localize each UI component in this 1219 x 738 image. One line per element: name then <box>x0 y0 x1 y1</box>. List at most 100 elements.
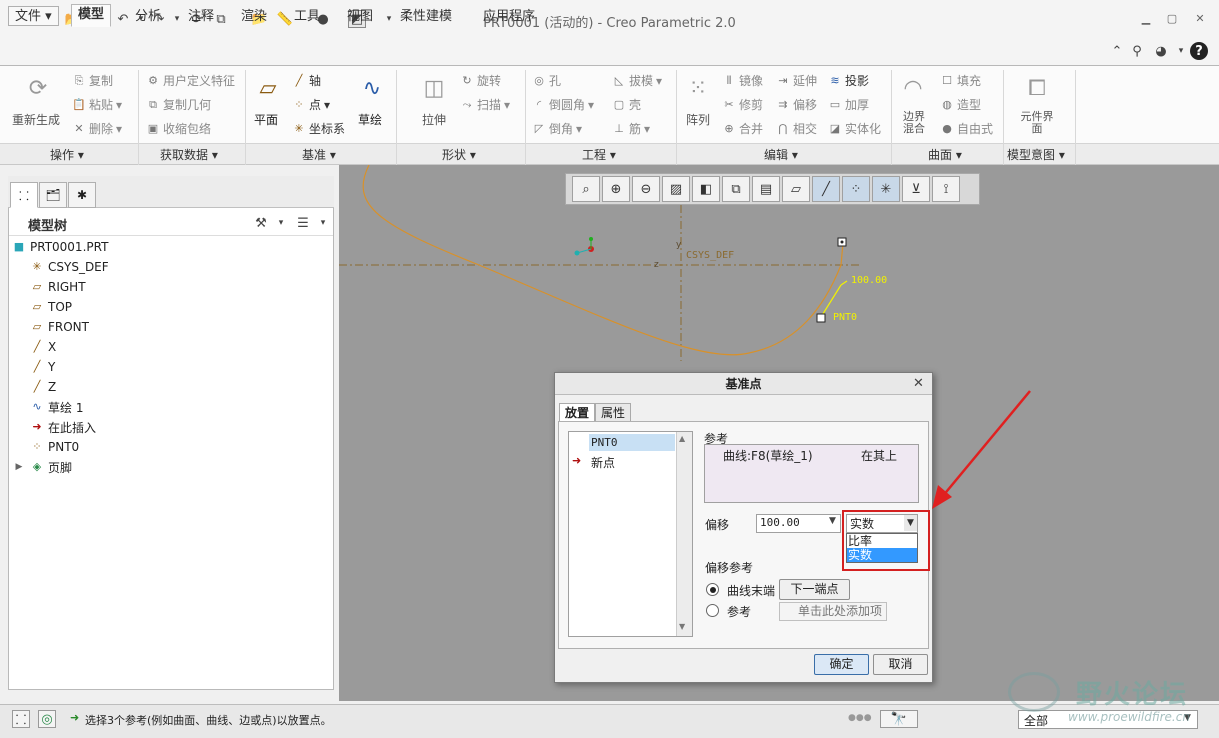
tree-columns-icon[interactable]: ☰ <box>294 214 312 232</box>
delete-button[interactable]: ✕ 删除 ▾ <box>72 120 122 137</box>
csys-button[interactable]: ✳ 坐标系 <box>292 120 345 137</box>
scroll-down-icon[interactable]: ▼ <box>679 622 685 631</box>
folder-browser-tab-icon[interactable]: 🗂 <box>39 182 67 208</box>
scroll-up-icon[interactable]: ▲ <box>679 434 685 443</box>
tab-properties[interactable]: 属性 <box>595 403 632 422</box>
group-operations[interactable]: 操作 ▾ <box>50 146 84 163</box>
tree-item-top[interactable]: ▱ TOP <box>12 297 330 317</box>
extrude-icon[interactable]: ◫ <box>418 72 450 104</box>
point-list[interactable] <box>568 431 693 637</box>
plane-display-icon[interactable]: ▱ <box>782 176 810 202</box>
regenerate-button[interactable]: 重新生成 <box>12 111 60 128</box>
plane-icon[interactable]: ▱ <box>252 72 284 104</box>
offset-dimension-value[interactable]: 100.00 <box>851 275 887 286</box>
tree-item-right[interactable]: ▱ RIGHT <box>12 277 330 297</box>
tree-item-csys[interactable]: ✳ CSYS_DEF <box>12 257 330 277</box>
boundary-blend-button[interactable]: 边界混合 <box>898 111 930 135</box>
group-datum[interactable]: 基准 ▾ <box>302 146 336 163</box>
tab-applications[interactable]: 应用程序 <box>476 6 542 26</box>
annotation-display-icon[interactable]: ⊻ <box>902 176 930 202</box>
tree-item-footer[interactable]: ▶ ◈ 页脚 <box>12 457 330 477</box>
mirror-button[interactable]: ⫴ 镜像 <box>722 72 763 89</box>
round-button[interactable]: ◜ 倒圆角 ▾ <box>532 96 594 113</box>
offset-button[interactable]: ⇉ 偏移 <box>776 96 817 113</box>
group-shapes[interactable]: 形状 ▾ <box>442 146 476 163</box>
pattern-button[interactable]: 阵列 <box>686 111 710 128</box>
saved-views-icon[interactable]: ⧉ <box>722 176 750 202</box>
copy-button[interactable]: ⎘ 复制 <box>72 72 113 89</box>
minimize-icon[interactable]: ▁ <box>1136 12 1156 28</box>
maximize-icon[interactable]: ▢ <box>1162 12 1182 28</box>
tree-settings-dropdown-icon[interactable]: ▾ <box>272 214 290 232</box>
tree-item-insert-here[interactable]: ➜ 在此插入 <box>12 417 330 437</box>
tree-item-y[interactable]: ╱ Y <box>12 357 330 377</box>
group-engineering[interactable]: 工程 ▾ <box>582 146 616 163</box>
thicken-button[interactable]: ▭ 加厚 <box>828 96 869 113</box>
view-manager-icon[interactable]: ▤ <box>752 176 780 202</box>
boundary-blend-icon[interactable]: ◠ <box>897 72 929 104</box>
offset-value-dropdown-icon[interactable]: ▼ <box>829 516 836 526</box>
group-editing[interactable]: 编辑 ▾ <box>764 146 798 163</box>
sketch-button[interactable]: 草绘 <box>358 111 382 128</box>
freestyle-button[interactable]: ● 自由式 <box>940 120 993 137</box>
help-icon[interactable]: ? <box>1190 42 1208 60</box>
extrude-button[interactable]: 拉伸 <box>422 111 446 128</box>
point-list-scrollbar[interactable] <box>676 432 692 636</box>
axis-display-icon[interactable]: ╱ <box>812 176 840 202</box>
next-end-button[interactable]: 下一端点 <box>779 579 850 600</box>
tab-model[interactable]: 模型 <box>71 4 112 27</box>
point-display-icon[interactable]: ⁘ <box>842 176 870 202</box>
reference-constraint[interactable]: 在其上 <box>861 447 897 464</box>
paste-button[interactable]: 📋 粘贴 ▾ <box>72 96 122 113</box>
project-button[interactable]: ≋ 投影 <box>828 72 869 89</box>
merge-button[interactable]: ⊕ 合并 <box>722 120 763 137</box>
radio-reference[interactable] <box>706 604 719 617</box>
tree-item-z[interactable]: ╱ Z <box>12 377 330 397</box>
hole-button[interactable]: ◎ 孔 <box>532 72 561 89</box>
component-interface-icon[interactable]: ⧠ <box>1021 72 1053 104</box>
plane-button[interactable]: 平面 <box>254 111 278 128</box>
shell-button[interactable]: ▢ 壳 <box>612 96 641 113</box>
ok-button[interactable]: 确定 <box>814 654 869 675</box>
sketch-icon[interactable]: ∿ <box>356 72 388 104</box>
copy-geometry-button[interactable]: ⧉ 复制几何 <box>146 96 211 113</box>
community-dropdown-icon[interactable]: ▾ <box>1172 42 1190 60</box>
tab-tools[interactable]: 工具 <box>287 6 327 26</box>
browser-toggle-icon[interactable]: ◎ <box>38 710 56 728</box>
group-get-data[interactable]: 获取数据 ▾ <box>160 146 218 163</box>
style-button[interactable]: ◍ 造型 <box>940 96 981 113</box>
point-list-item-new[interactable]: 新点 <box>591 454 615 471</box>
minimize-ribbon-icon[interactable]: ⌃ <box>1108 42 1126 60</box>
axis-button[interactable]: ╱ 轴 <box>292 72 321 89</box>
community-icon[interactable]: ◕ <box>1152 42 1170 60</box>
zoom-in-icon[interactable]: ⊕ <box>602 176 630 202</box>
point-button[interactable]: ⁘ 点 ▾ <box>292 96 330 113</box>
pattern-icon[interactable]: ⁙ <box>682 72 714 104</box>
sweep-button[interactable]: ⤳ 扫描 ▾ <box>460 96 510 113</box>
favorites-tab-icon[interactable]: ✱ <box>68 182 96 208</box>
tab-render[interactable]: 渲染 <box>234 6 274 26</box>
tab-flexible-modeling[interactable]: 柔性建模 <box>393 6 459 26</box>
refit-icon[interactable]: ⌕ <box>572 176 600 202</box>
chamfer-button[interactable]: ◸ 倒角 ▾ <box>532 120 582 137</box>
group-model-intent[interactable]: 模型意图 ▾ <box>1007 146 1065 163</box>
tree-item-x[interactable]: ╱ X <box>12 337 330 357</box>
tab-file[interactable]: 文件 ▾ <box>8 6 59 26</box>
group-surfaces[interactable]: 曲面 ▾ <box>928 146 962 163</box>
display-style-icon[interactable]: ◧ <box>692 176 720 202</box>
intersect-button[interactable]: ⋂ 相交 <box>776 120 817 137</box>
navigator-toggle-icon[interactable]: ⸬ <box>12 710 30 728</box>
repaint-icon[interactable]: ▨ <box>662 176 690 202</box>
extend-button[interactable]: ⇥ 延伸 <box>776 72 817 89</box>
revolve-button[interactable]: ↻ 旋转 <box>460 72 501 89</box>
tab-analysis[interactable]: 分析 <box>128 6 168 26</box>
tab-view[interactable]: 视图 <box>340 6 380 26</box>
point-list-item-pnt0[interactable]: PNT0 <box>589 434 675 451</box>
close-icon[interactable]: ✕ <box>1190 12 1210 28</box>
rib-button[interactable]: ⊥ 筋 ▾ <box>612 120 650 137</box>
tree-item-sketch[interactable]: ∿ 草绘 1 <box>12 397 330 417</box>
draft-button[interactable]: ◺ 拔模 ▾ <box>612 72 662 89</box>
model-tree-tab-icon[interactable]: ⸬ <box>10 182 38 208</box>
shrinkwrap-button[interactable]: ▣ 收缩包络 <box>146 120 211 137</box>
zoom-out-icon[interactable]: ⊖ <box>632 176 660 202</box>
